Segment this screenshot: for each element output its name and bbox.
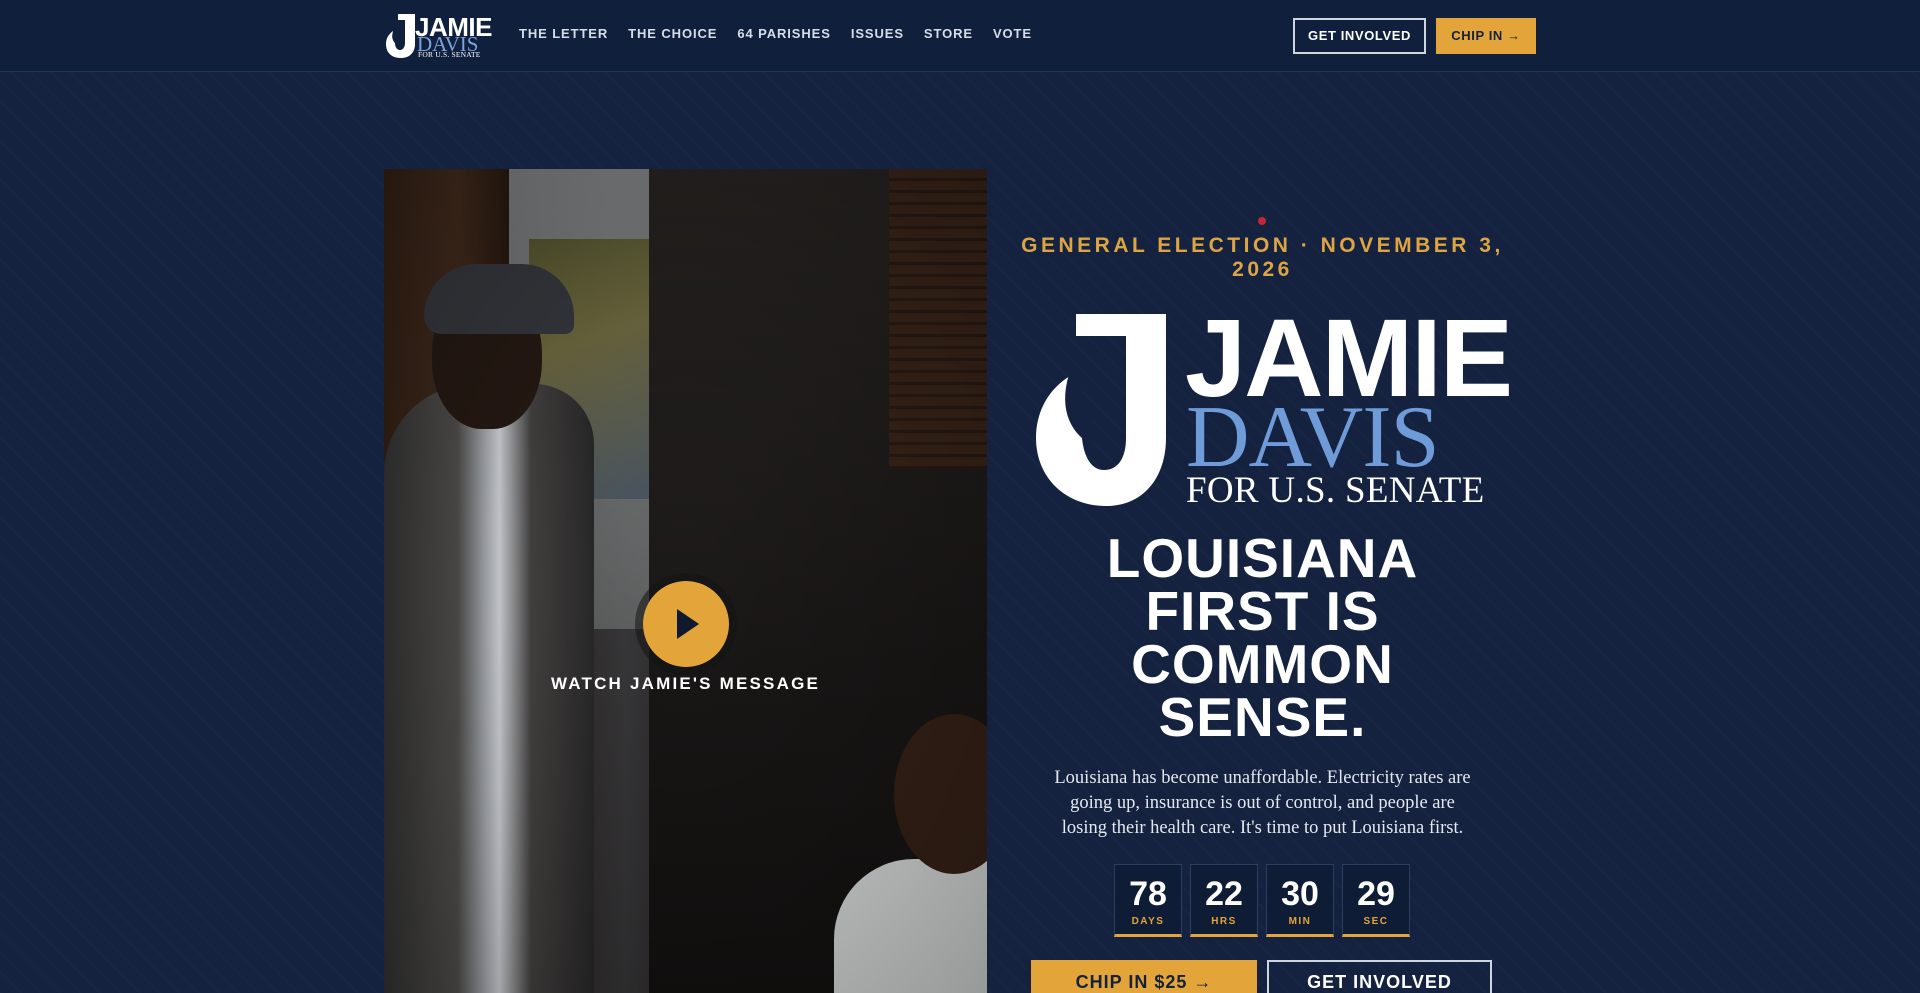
- main-menu: THE LETTER THE CHOICE 64 PARISHES ISSUES…: [519, 27, 1052, 40]
- countdown-seconds: 29 SEC: [1342, 864, 1410, 937]
- hero-headline: LOUISIANA FIRST IS COMMON SENSE.: [1106, 527, 1419, 748]
- chip-in-25-button[interactable]: CHIP IN $25 →: [1031, 960, 1257, 993]
- live-dot: [1258, 217, 1266, 225]
- countdown-timer: 78 DAYS 22 HRS 30 MIN 29 SEC: [1114, 864, 1410, 937]
- countdown-days: 78 DAYS: [1114, 864, 1182, 937]
- hero-logo-office: FOR U.S. SENATE: [1186, 470, 1485, 511]
- countdown-label: SEC: [1363, 916, 1389, 927]
- countdown-label: MIN: [1288, 916, 1312, 927]
- menu-item-the-choice[interactable]: THE CHOICE: [628, 27, 717, 40]
- election-date: GENERAL ELECTION · NOVEMBER 3, 2026: [1021, 234, 1504, 281]
- countdown-value: 29: [1357, 875, 1395, 913]
- play-icon: [643, 581, 729, 667]
- chip-in-button[interactable]: CHIP IN →: [1436, 18, 1536, 54]
- video-panel[interactable]: WATCH JAMIE'S MESSAGE: [384, 169, 987, 993]
- countdown-label: DAYS: [1131, 916, 1165, 927]
- site-logo[interactable]: JAMIE DAVIS FOR U.S. SENATE: [384, 14, 492, 59]
- countdown-minutes: 30 MIN: [1266, 864, 1334, 937]
- hero-get-involved-button[interactable]: GET INVOLVED: [1267, 960, 1492, 993]
- hero-logo: JAMIE DAVIS FOR U.S. SENATE: [1036, 304, 1513, 511]
- countdown-value: 30: [1281, 875, 1319, 913]
- hero-lede: Louisiana has become unaffordable. Elect…: [1054, 768, 1471, 838]
- countdown-hours: 22 HRS: [1190, 864, 1258, 937]
- top-nav: JAMIE DAVIS FOR U.S. SENATE THE LETTER T…: [0, 0, 1920, 72]
- menu-item-vote[interactable]: VOTE: [993, 27, 1032, 40]
- play-button[interactable]: [635, 573, 737, 675]
- menu-item-issues[interactable]: ISSUES: [851, 27, 904, 40]
- video-caption: WATCH JAMIE'S MESSAGE: [550, 674, 821, 693]
- hero-logo-j-icon: [1036, 314, 1166, 506]
- logo-j-icon: [386, 14, 415, 58]
- countdown-value: 78: [1129, 875, 1167, 913]
- countdown-value: 22: [1205, 875, 1243, 913]
- countdown-label: HRS: [1211, 916, 1237, 927]
- menu-item-64-parishes[interactable]: 64 PARISHES: [737, 27, 830, 40]
- hero-logo-surname: DAVIS: [1186, 389, 1440, 486]
- logo-office: FOR U.S. SENATE: [418, 50, 481, 59]
- menu-item-the-letter[interactable]: THE LETTER: [519, 27, 608, 40]
- get-involved-button[interactable]: GET INVOLVED: [1293, 18, 1426, 54]
- menu-item-store[interactable]: STORE: [924, 27, 973, 40]
